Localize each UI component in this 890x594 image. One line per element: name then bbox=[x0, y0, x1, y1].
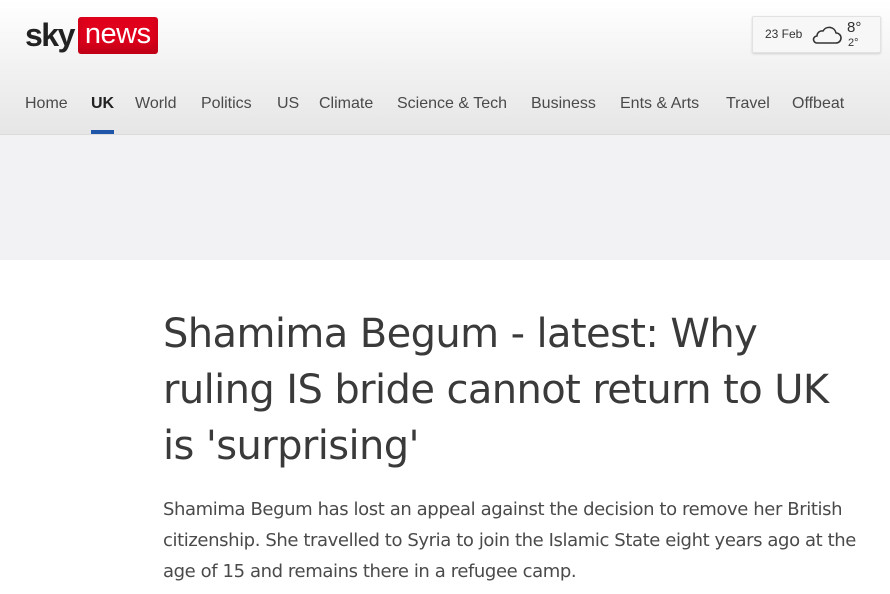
main-navigation: Home UK World Politics US Climate Scienc… bbox=[0, 90, 890, 134]
nav-item-world[interactable]: World bbox=[135, 95, 177, 113]
article-headline: Shamima Begum - latest: Why ruling IS br… bbox=[163, 311, 829, 469]
weather-date: 23 Feb bbox=[765, 27, 803, 41]
advert-placeholder bbox=[0, 135, 890, 260]
nav-item-travel[interactable]: Travel bbox=[726, 95, 770, 113]
cloud-icon bbox=[812, 26, 842, 44]
weather-widget[interactable]: 23 Feb 8° 2° bbox=[752, 16, 881, 53]
weather-low-temp: 2° bbox=[848, 37, 859, 49]
nav-item-business[interactable]: Business bbox=[531, 95, 596, 113]
nav-item-us[interactable]: US bbox=[277, 95, 299, 113]
masthead: sky news 23 Feb 8° 2° Home UK World Poli… bbox=[0, 0, 890, 135]
sky-news-logo[interactable]: sky news bbox=[25, 16, 158, 54]
weather-high-temp: 8° bbox=[847, 19, 862, 36]
nav-item-uk[interactable]: UK bbox=[91, 95, 114, 113]
nav-item-ents-arts[interactable]: Ents & Arts bbox=[620, 95, 699, 113]
nav-item-science-tech[interactable]: Science & Tech bbox=[397, 95, 507, 113]
logo-sky-text: sky bbox=[25, 17, 75, 53]
nav-item-climate[interactable]: Climate bbox=[319, 95, 373, 113]
active-nav-indicator bbox=[91, 130, 114, 134]
nav-item-home[interactable]: Home bbox=[25, 95, 68, 113]
logo-news-badge: news bbox=[77, 16, 158, 54]
nav-item-offbeat[interactable]: Offbeat bbox=[792, 95, 844, 113]
nav-item-politics[interactable]: Politics bbox=[201, 95, 252, 113]
article-standfirst: Shamima Begum has lost an appeal against… bbox=[163, 499, 856, 582]
